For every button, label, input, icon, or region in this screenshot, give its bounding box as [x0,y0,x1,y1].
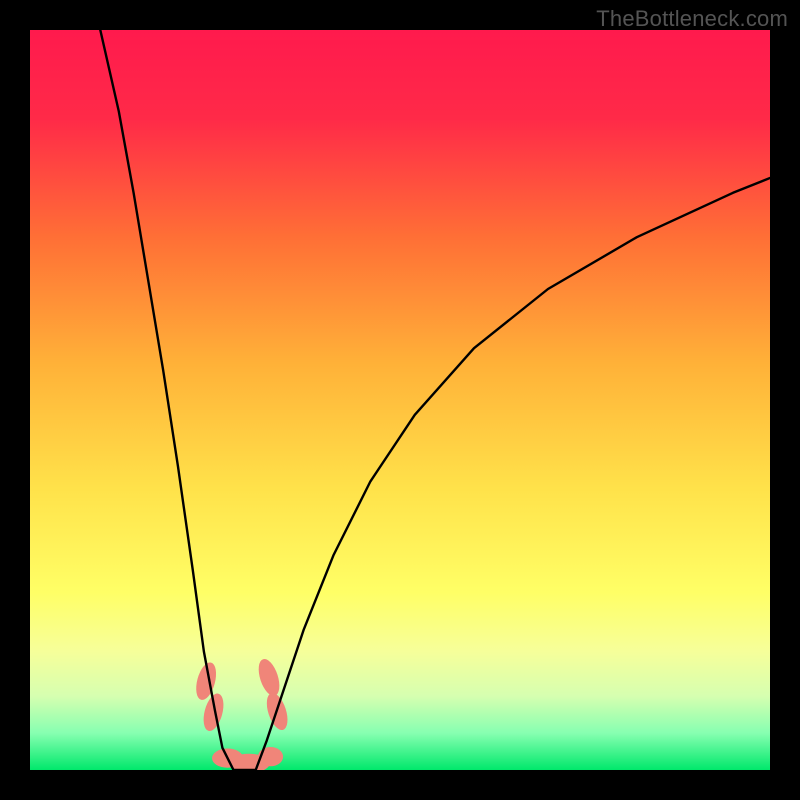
watermark-text: TheBottleneck.com [596,6,788,32]
gradient-background [30,30,770,770]
plot-area [30,30,770,770]
chart-svg [30,30,770,770]
chart-frame: TheBottleneck.com [0,0,800,800]
